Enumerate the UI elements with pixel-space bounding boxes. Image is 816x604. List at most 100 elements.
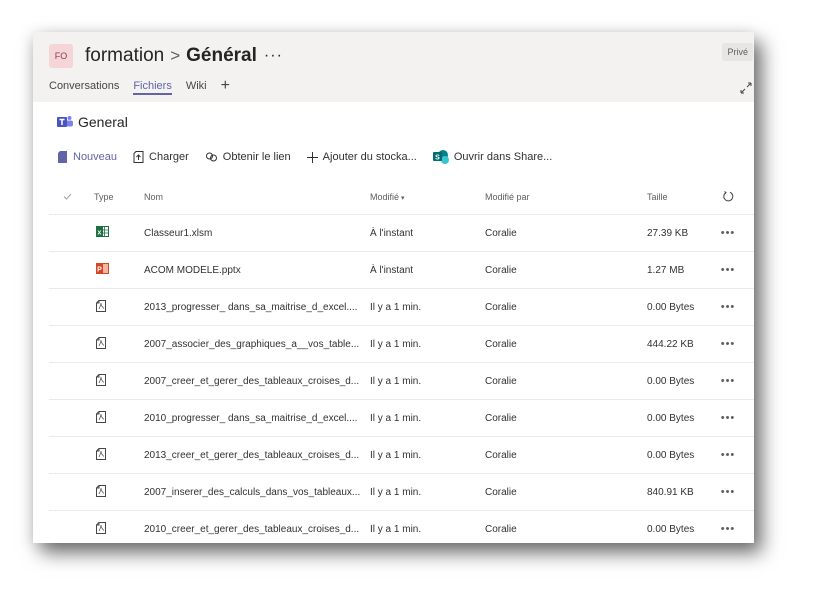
file-row[interactable]: 2010_progresser_ dans_sa_maitrise_d_exce…: [49, 400, 754, 437]
link-icon: [205, 152, 217, 162]
file-modified: Il y a 1 min.: [370, 449, 422, 461]
file-size: 0.00 Bytes: [647, 523, 695, 535]
new-button[interactable]: Nouveau: [57, 151, 117, 163]
tab-fichiers[interactable]: Fichiers: [133, 80, 172, 95]
open-sharepoint-button[interactable]: S Ouvrir dans Share...: [432, 150, 552, 164]
file-type-cell: [94, 447, 144, 463]
file-row[interactable]: 2007_creer_et_gerer_des_tableaux_croises…: [49, 363, 754, 400]
file-modified: Il y a 1 min.: [370, 301, 422, 313]
row-more-button[interactable]: •••: [713, 412, 743, 424]
refresh-icon: [722, 190, 733, 201]
file-name[interactable]: 2013_creer_et_gerer_des_tableaux_croises…: [144, 450, 370, 461]
row-more-button[interactable]: •••: [713, 264, 743, 276]
file-name[interactable]: 2007_associer_des_graphiques_a__vos_tabl…: [144, 339, 370, 350]
file-row[interactable]: x Classeur1.xlsm À l'instant Coralie 27.…: [49, 215, 754, 252]
add-storage-button[interactable]: Ajouter du stocka...: [306, 151, 417, 163]
sort-descending-icon: ▾: [401, 195, 405, 202]
svg-text:x: x: [98, 230, 102, 237]
pdf-file-icon: [96, 484, 106, 497]
file-size: 840.91 KB: [647, 486, 694, 498]
file-type-cell: [94, 299, 144, 315]
column-name[interactable]: Nom: [144, 192, 370, 202]
file-size: 1.27 MB: [647, 264, 685, 276]
command-bar: Nouveau Charger Obtenir le lien Ajouter …: [57, 150, 568, 164]
row-more-button[interactable]: •••: [713, 227, 743, 239]
file-name[interactable]: ACOM MODELE.pptx: [144, 265, 370, 276]
file-row[interactable]: 2013_progresser_ dans_sa_maitrise_d_exce…: [49, 289, 754, 326]
breadcrumb-separator: >: [170, 46, 181, 65]
channel-header: FO formation > Général ··· Privé Convers…: [33, 32, 754, 104]
pdf-file-icon: [96, 521, 106, 534]
upload-icon: [133, 151, 144, 163]
file-name[interactable]: Classeur1.xlsm: [144, 228, 370, 239]
private-badge: Privé: [722, 43, 753, 61]
file-row[interactable]: 2007_associer_des_graphiques_a__vos_tabl…: [49, 326, 754, 363]
file-name[interactable]: 2007_creer_et_gerer_des_tableaux_croises…: [144, 376, 370, 387]
file-row[interactable]: 2010_creer_et_gerer_des_tableaux_croises…: [49, 511, 754, 543]
file-name[interactable]: 2013_progresser_ dans_sa_maitrise_d_exce…: [144, 302, 370, 313]
file-modified: Il y a 1 min.: [370, 375, 422, 387]
file-row[interactable]: 2007_inserer_des_calculs_dans_vos_tablea…: [49, 474, 754, 511]
file-list: Type Nom Modifié ▾ Modifié par Taille x C…: [49, 180, 754, 543]
row-more-button[interactable]: •••: [713, 449, 743, 461]
file-type-cell: P: [94, 263, 144, 277]
files-content: General Nouveau Charger Obtenir le lien …: [33, 102, 754, 543]
row-more-button[interactable]: •••: [713, 338, 743, 350]
file-size: 444.22 KB: [647, 338, 694, 350]
teams-window: FO formation > Général ··· Privé Convers…: [33, 32, 754, 543]
file-modified: Il y a 1 min.: [370, 338, 422, 350]
file-type-cell: [94, 521, 144, 537]
svg-text:P: P: [97, 267, 102, 274]
pdf-file-icon: [96, 336, 106, 349]
column-size[interactable]: Taille: [647, 192, 713, 202]
file-modified-by: Coralie: [485, 449, 517, 461]
column-type[interactable]: Type: [94, 192, 144, 202]
expand-icon[interactable]: [740, 82, 752, 94]
file-name[interactable]: 2010_creer_et_gerer_des_tableaux_croises…: [144, 524, 370, 535]
library-title: General: [57, 114, 128, 130]
file-size: 0.00 Bytes: [647, 375, 695, 387]
select-all-checkbox[interactable]: [49, 192, 94, 202]
file-row[interactable]: 2013_creer_et_gerer_des_tableaux_croises…: [49, 437, 754, 474]
row-more-button[interactable]: •••: [713, 375, 743, 387]
add-tab-button[interactable]: +: [221, 78, 230, 95]
file-modified: Il y a 1 min.: [370, 486, 422, 498]
file-modified-by: Coralie: [485, 264, 517, 276]
file-modified-by: Coralie: [485, 486, 517, 498]
file-modified-by: Coralie: [485, 412, 517, 424]
list-header: Type Nom Modifié ▾ Modifié par Taille: [49, 180, 754, 215]
file-modified-by: Coralie: [485, 301, 517, 313]
file-type-cell: [94, 410, 144, 426]
file-name[interactable]: 2007_inserer_des_calculs_dans_vos_tablea…: [144, 487, 370, 498]
plus-icon: [306, 151, 318, 163]
team-name[interactable]: formation: [85, 45, 164, 67]
upload-button[interactable]: Charger: [133, 151, 189, 163]
tab-wiki[interactable]: Wiki: [186, 80, 207, 95]
file-modified: À l'instant: [370, 264, 414, 276]
row-more-button[interactable]: •••: [713, 301, 743, 313]
column-modified-by[interactable]: Modifié par: [485, 192, 647, 202]
pdf-file-icon: [96, 373, 106, 386]
sharepoint-icon: S: [432, 150, 449, 164]
file-size: 0.00 Bytes: [647, 301, 695, 313]
library-name: General: [78, 114, 128, 130]
file-row[interactable]: P ACOM MODELE.pptx À l'instant Coralie 1…: [49, 252, 754, 289]
file-type-cell: [94, 484, 144, 500]
tab-conversations[interactable]: Conversations: [49, 80, 119, 95]
row-more-button[interactable]: •••: [713, 523, 743, 535]
checkmark-icon: [63, 193, 72, 200]
channel-more-button[interactable]: ···: [264, 47, 283, 65]
file-modified-by: Coralie: [485, 227, 517, 239]
file-size: 0.00 Bytes: [647, 449, 695, 461]
teams-icon: [57, 116, 73, 127]
new-document-icon: [58, 151, 67, 163]
get-link-button[interactable]: Obtenir le lien: [205, 151, 291, 163]
team-avatar: FO: [49, 44, 73, 68]
file-name[interactable]: 2010_progresser_ dans_sa_maitrise_d_exce…: [144, 413, 370, 424]
pdf-file-icon: [96, 299, 106, 312]
column-modified[interactable]: Modifié ▾: [370, 192, 485, 202]
refresh-button[interactable]: [713, 190, 743, 204]
row-more-button[interactable]: •••: [713, 486, 743, 498]
breadcrumb: formation > Général ···: [85, 44, 283, 68]
channel-tabs: Conversations Fichiers Wiki +: [49, 78, 230, 95]
